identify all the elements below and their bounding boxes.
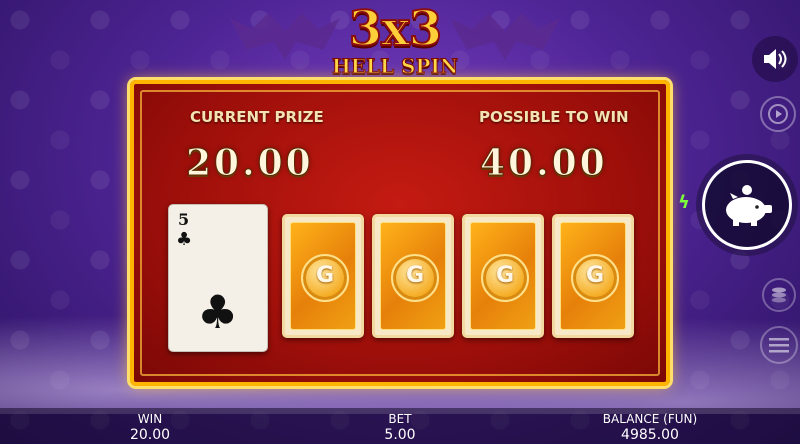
autoplay-button[interactable] xyxy=(760,96,796,132)
possible-to-win-label: POSSIBLE TO WIN xyxy=(479,108,629,126)
hidden-card-1[interactable]: G xyxy=(282,214,364,338)
balance-display: BALANCE (FUN) 4985.00 xyxy=(580,412,720,444)
g-logo-icon: G xyxy=(391,254,439,302)
g-logo-icon: G xyxy=(481,254,529,302)
play-circle-icon xyxy=(768,104,788,124)
club-icon: ♣ xyxy=(176,229,193,250)
gamble-panel: CURRENT PRIZE 20.00 POSSIBLE TO WIN 40.0… xyxy=(130,80,670,386)
sound-button[interactable] xyxy=(752,36,798,82)
current-prize-label: CURRENT PRIZE xyxy=(190,108,324,126)
hamburger-menu-icon xyxy=(769,338,789,353)
lightning-icon: ϟ xyxy=(678,192,690,213)
logo-subtitle: HELL SPIN xyxy=(331,54,459,79)
speaker-icon xyxy=(764,49,787,69)
hidden-card-2[interactable]: G xyxy=(372,214,454,338)
menu-button[interactable] xyxy=(760,326,798,364)
possible-to-win-value: 40.00 xyxy=(480,142,608,185)
coin-stack-icon xyxy=(772,287,786,303)
bet-settings-button[interactable] xyxy=(762,278,796,312)
card-rank: 5 xyxy=(178,210,190,229)
collect-button[interactable] xyxy=(702,160,792,250)
game-logo: 3x3 HELL SPIN xyxy=(230,0,560,88)
piggy-bank-icon xyxy=(726,185,772,226)
hidden-card-4[interactable]: G xyxy=(552,214,634,338)
revealed-card: 5 ♣ ♣ xyxy=(168,204,268,352)
current-prize-value: 20.00 xyxy=(186,142,314,185)
hidden-card-3[interactable]: G xyxy=(462,214,544,338)
g-logo-icon: G xyxy=(571,254,619,302)
logo-title: 3x3 xyxy=(348,0,443,58)
win-display: WIN 20.00 xyxy=(100,412,200,444)
bet-value: 5.00 xyxy=(384,427,416,443)
g-logo-icon: G xyxy=(301,254,349,302)
bottom-info-bar: WIN 20.00 BET 5.00 BALANCE (FUN) 4985.00 xyxy=(0,408,800,444)
balance-value: 4985.00 xyxy=(621,427,679,443)
balance-label: BALANCE (FUN) xyxy=(602,412,698,426)
bet-label: BET xyxy=(388,412,412,426)
bet-display: BET 5.00 xyxy=(350,412,450,444)
win-label: WIN xyxy=(137,412,163,426)
club-icon: ♣ xyxy=(197,285,239,339)
win-value: 20.00 xyxy=(129,427,171,443)
